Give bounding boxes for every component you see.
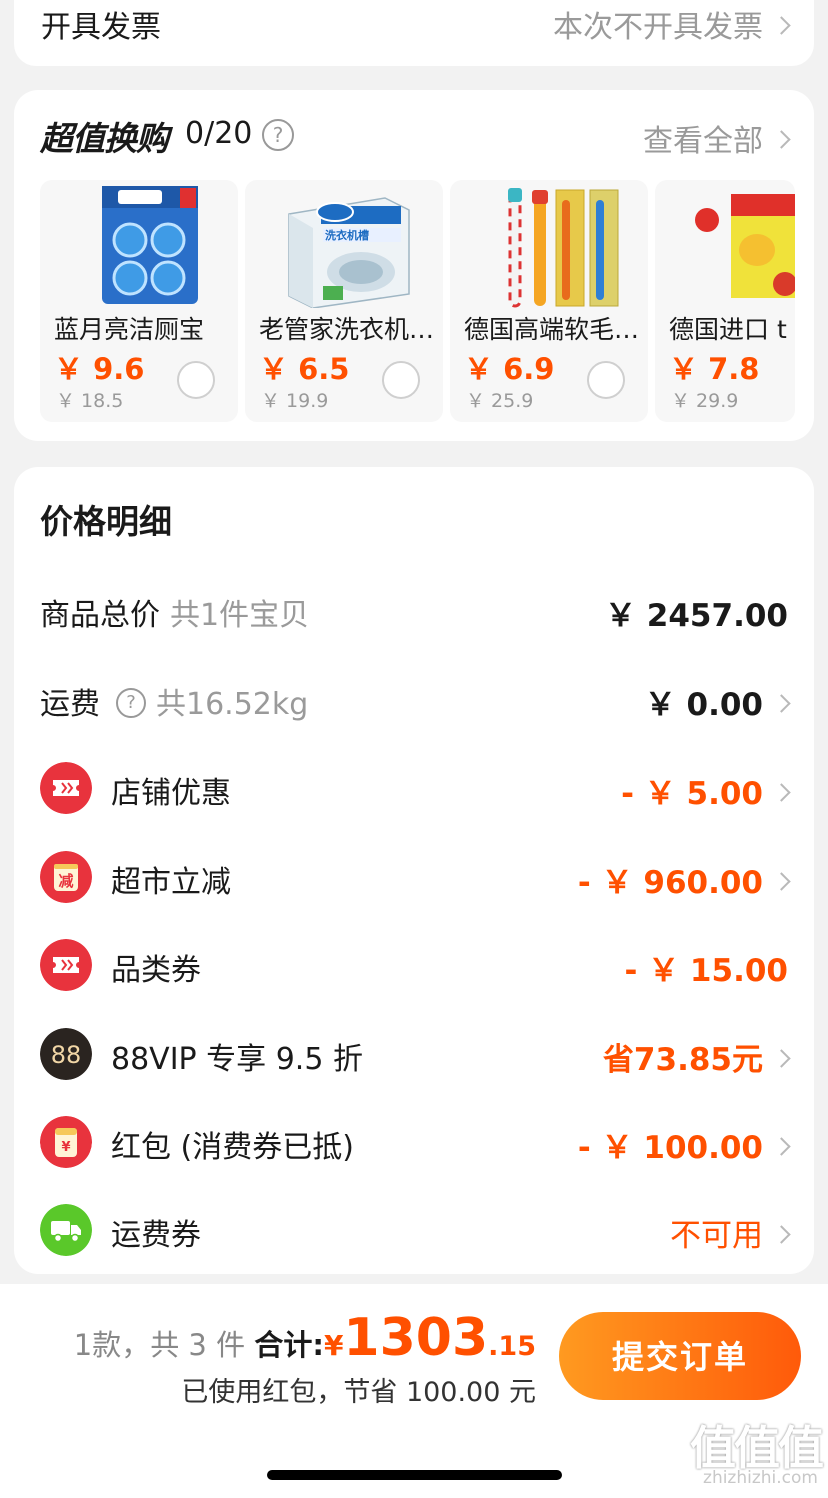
- chevron-right-icon: [772, 16, 791, 35]
- row-label: 红包 (消费券已抵): [111, 1130, 354, 1165]
- total-integer: 1303: [343, 1308, 489, 1368]
- product-name: 蓝月亮洁厕宝: [54, 315, 205, 344]
- row-label: 商品总价: [40, 598, 160, 633]
- product-original-price: ￥ 25.9: [466, 390, 534, 412]
- watermark: 值值值 zhizhizhi.com: [676, 1412, 824, 1492]
- select-radio[interactable]: [587, 361, 625, 399]
- invoice-value: 本次不开具发票: [553, 2, 791, 46]
- row-label: 运费: [40, 687, 100, 722]
- invoice-label: 开具发票: [41, 10, 161, 45]
- chevron-right-icon: [772, 783, 791, 802]
- row-value: - ￥ 100.00: [578, 1122, 791, 1167]
- row-value: 省73.85元: [603, 1034, 791, 1079]
- red-packet-row[interactable]: ¥ 红包 (消费券已抵) - ￥ 100.00: [14, 1102, 814, 1182]
- svg-text:¥: ¥: [61, 1140, 70, 1155]
- swap-product-card[interactable]: 蓝月亮洁厕宝 ￥ 9.6 ￥ 18.5: [40, 180, 238, 422]
- price-detail-section: 价格明细 商品总价 共1件宝贝 ￥ 2457.00 运费? 共16.52kg ￥ 0…: [14, 467, 814, 1274]
- row-value: 不可用: [670, 1210, 791, 1255]
- item-count: 1款，共 3 件: [73, 1328, 246, 1362]
- row-label: 运费券: [111, 1218, 201, 1253]
- swap-product-card[interactable]: 德国高端软毛儿童牙刷 ￥ 6.9 ￥ 25.9: [450, 180, 648, 422]
- toilet-cleaner-image: [102, 186, 198, 304]
- row-value: - ￥ 5.00: [621, 768, 791, 813]
- shipping-row[interactable]: 运费? 共16.52kg ￥ 0.00: [14, 659, 814, 739]
- vip-icon: 88: [40, 1028, 92, 1080]
- red-packet-icon: ¥: [40, 1116, 92, 1168]
- svg-text:洗衣机槽: 洗衣机槽: [325, 228, 369, 242]
- select-radio[interactable]: [382, 361, 420, 399]
- product-original-price: ￥ 18.5: [56, 390, 124, 412]
- row-label: 88VIP 专享 9.5 折: [111, 1042, 363, 1077]
- shipping-coupon-row[interactable]: 运费券 不可用: [14, 1190, 814, 1270]
- select-radio[interactable]: [177, 361, 215, 399]
- vip-discount-row[interactable]: 88 88VIP 专享 9.5 折 省73.85元: [14, 1014, 814, 1094]
- swap-section: 超值换购 0/20 ? 查看全部 蓝月亮洁厕宝 ￥ 9.6 ￥ 18.5 洗衣机…: [14, 90, 814, 441]
- total-summary: 1款，共 3 件 合计:¥1303.15: [74, 1308, 536, 1368]
- row-value: ￥ 0.00: [645, 679, 791, 724]
- toothbrushes-image: [508, 188, 619, 308]
- product-name: 老管家洗衣机槽清洁块: [259, 315, 435, 344]
- watermark-url: zhizhizhi.com: [703, 1468, 818, 1488]
- product-price: ￥ 6.9: [464, 352, 555, 386]
- row-label: 品类券: [111, 953, 201, 988]
- invoice-row[interactable]: 开具发票 本次不开具发票: [14, 0, 814, 66]
- product-name: 德国进口 t: [669, 315, 787, 344]
- row-value: - ￥ 15.00: [624, 953, 788, 989]
- ticket-icon: [40, 762, 92, 814]
- submit-order-button[interactable]: 提交订单: [559, 1312, 801, 1400]
- swap-product-card[interactable]: 洗衣机槽 老管家洗衣机槽清洁块 ￥ 6.5 ￥ 19.9: [245, 180, 443, 422]
- currency-symbol: ¥: [323, 1329, 344, 1362]
- product-name: 德国高端软毛儿童牙刷: [464, 315, 640, 344]
- swap-count: 0/20: [185, 116, 253, 151]
- chevron-right-icon: [772, 130, 791, 149]
- chevron-right-icon: [772, 1049, 791, 1068]
- shop-discount-row[interactable]: 店铺优惠 - ￥ 5.00: [14, 748, 814, 828]
- svg-text:减: 减: [58, 872, 73, 890]
- category-coupon-row: 品类券 - ￥ 15.00: [14, 925, 814, 1005]
- product-price: ￥ 7.8: [669, 352, 760, 386]
- chevron-right-icon: [772, 1225, 791, 1244]
- product-price: ￥ 9.6: [54, 352, 145, 386]
- home-indicator[interactable]: [267, 1470, 562, 1480]
- chevron-right-icon: [772, 1137, 791, 1156]
- product-price: ￥ 6.5: [259, 352, 350, 386]
- reduce-icon: 减: [40, 851, 92, 903]
- savings-note: 已使用红包，节省 100.00 元: [181, 1377, 536, 1408]
- row-label: 店铺优惠: [111, 776, 231, 811]
- swap-title: 超值换购: [40, 119, 169, 158]
- toothpaste-image: [695, 194, 795, 298]
- goods-total-row: 商品总价 共1件宝贝 ￥ 2457.00: [14, 570, 814, 650]
- row-value: ￥ 2457.00: [605, 598, 788, 634]
- product-original-price: ￥ 29.9: [671, 390, 739, 412]
- row-label: 超市立减: [111, 865, 231, 900]
- washing-machine-cleaner-image: 洗衣机槽: [288, 197, 410, 308]
- supermarket-reduce-row[interactable]: 减 超市立减 - ￥ 960.00: [14, 837, 814, 917]
- ticket-icon: [40, 939, 92, 991]
- row-sub: 共1件宝贝: [170, 598, 310, 633]
- chevron-right-icon: [772, 694, 791, 713]
- help-icon[interactable]: ?: [262, 119, 294, 151]
- chevron-right-icon: [772, 872, 791, 891]
- swap-product-card[interactable]: 德国进口 t ￥ 7.8 ￥ 29.9: [655, 180, 795, 422]
- row-value: - ￥ 960.00: [578, 857, 791, 902]
- product-original-price: ￥ 19.9: [261, 390, 329, 412]
- row-sub: 共16.52kg: [156, 687, 309, 722]
- total-decimal: .15: [488, 1331, 536, 1362]
- view-all-link[interactable]: 查看全部: [643, 116, 791, 160]
- truck-icon: [40, 1204, 92, 1256]
- total-label: 合计:: [254, 1328, 324, 1362]
- price-detail-heading: 价格明细: [40, 502, 172, 541]
- svg-text:88: 88: [51, 1041, 82, 1069]
- help-icon[interactable]: ?: [116, 687, 146, 718]
